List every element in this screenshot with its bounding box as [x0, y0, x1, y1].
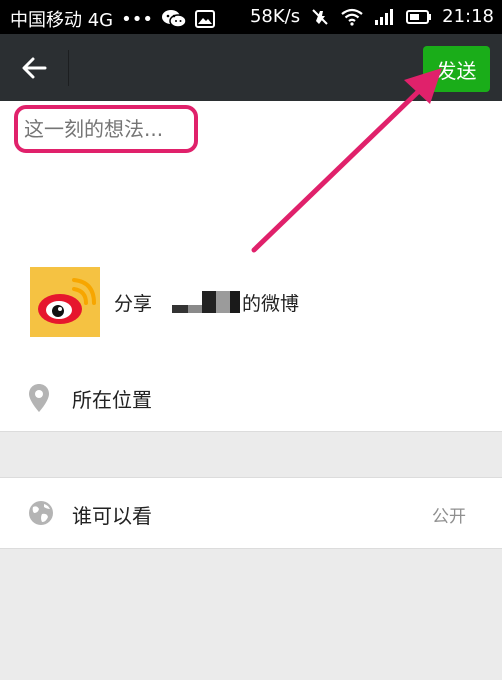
back-arrow-icon [22, 57, 47, 79]
visibility-row[interactable]: 谁可以看 公开 [0, 477, 502, 549]
wechat-icon [161, 9, 187, 29]
clock: 21:18 [442, 6, 494, 27]
visibility-value: 公开 [432, 507, 466, 527]
battery-icon [406, 9, 432, 25]
carrier-label: 中国移动 4G [10, 10, 114, 31]
compose-area: 分享 的微博 [0, 101, 502, 363]
share-text-prefix: 分享 [114, 292, 153, 315]
weibo-icon [30, 267, 100, 337]
app-bar-divider [68, 50, 69, 86]
notification-dots: ••• [121, 8, 153, 30]
network-speed: 58K/s [249, 6, 301, 27]
share-text: 分享 的微博 [114, 289, 299, 316]
back-button[interactable] [14, 48, 54, 88]
location-pin-icon [29, 384, 49, 412]
send-button[interactable]: 发送 [423, 46, 490, 92]
location-row[interactable]: 所在位置 [0, 363, 502, 432]
share-card[interactable]: 分享 的微博 [30, 267, 299, 337]
globe-icon [29, 501, 53, 525]
location-label: 所在位置 [72, 388, 152, 412]
image-icon [194, 10, 215, 28]
visibility-label: 谁可以看 [72, 504, 152, 528]
signal-icon [374, 8, 396, 26]
share-text-suffix: 的微博 [242, 292, 300, 315]
mute-icon [310, 7, 330, 27]
wifi-icon [340, 8, 364, 26]
redacted-username [154, 291, 241, 313]
thought-input[interactable] [22, 111, 196, 147]
status-bar: 中国移动 4G ••• 58K/s 21:18 [0, 0, 502, 34]
